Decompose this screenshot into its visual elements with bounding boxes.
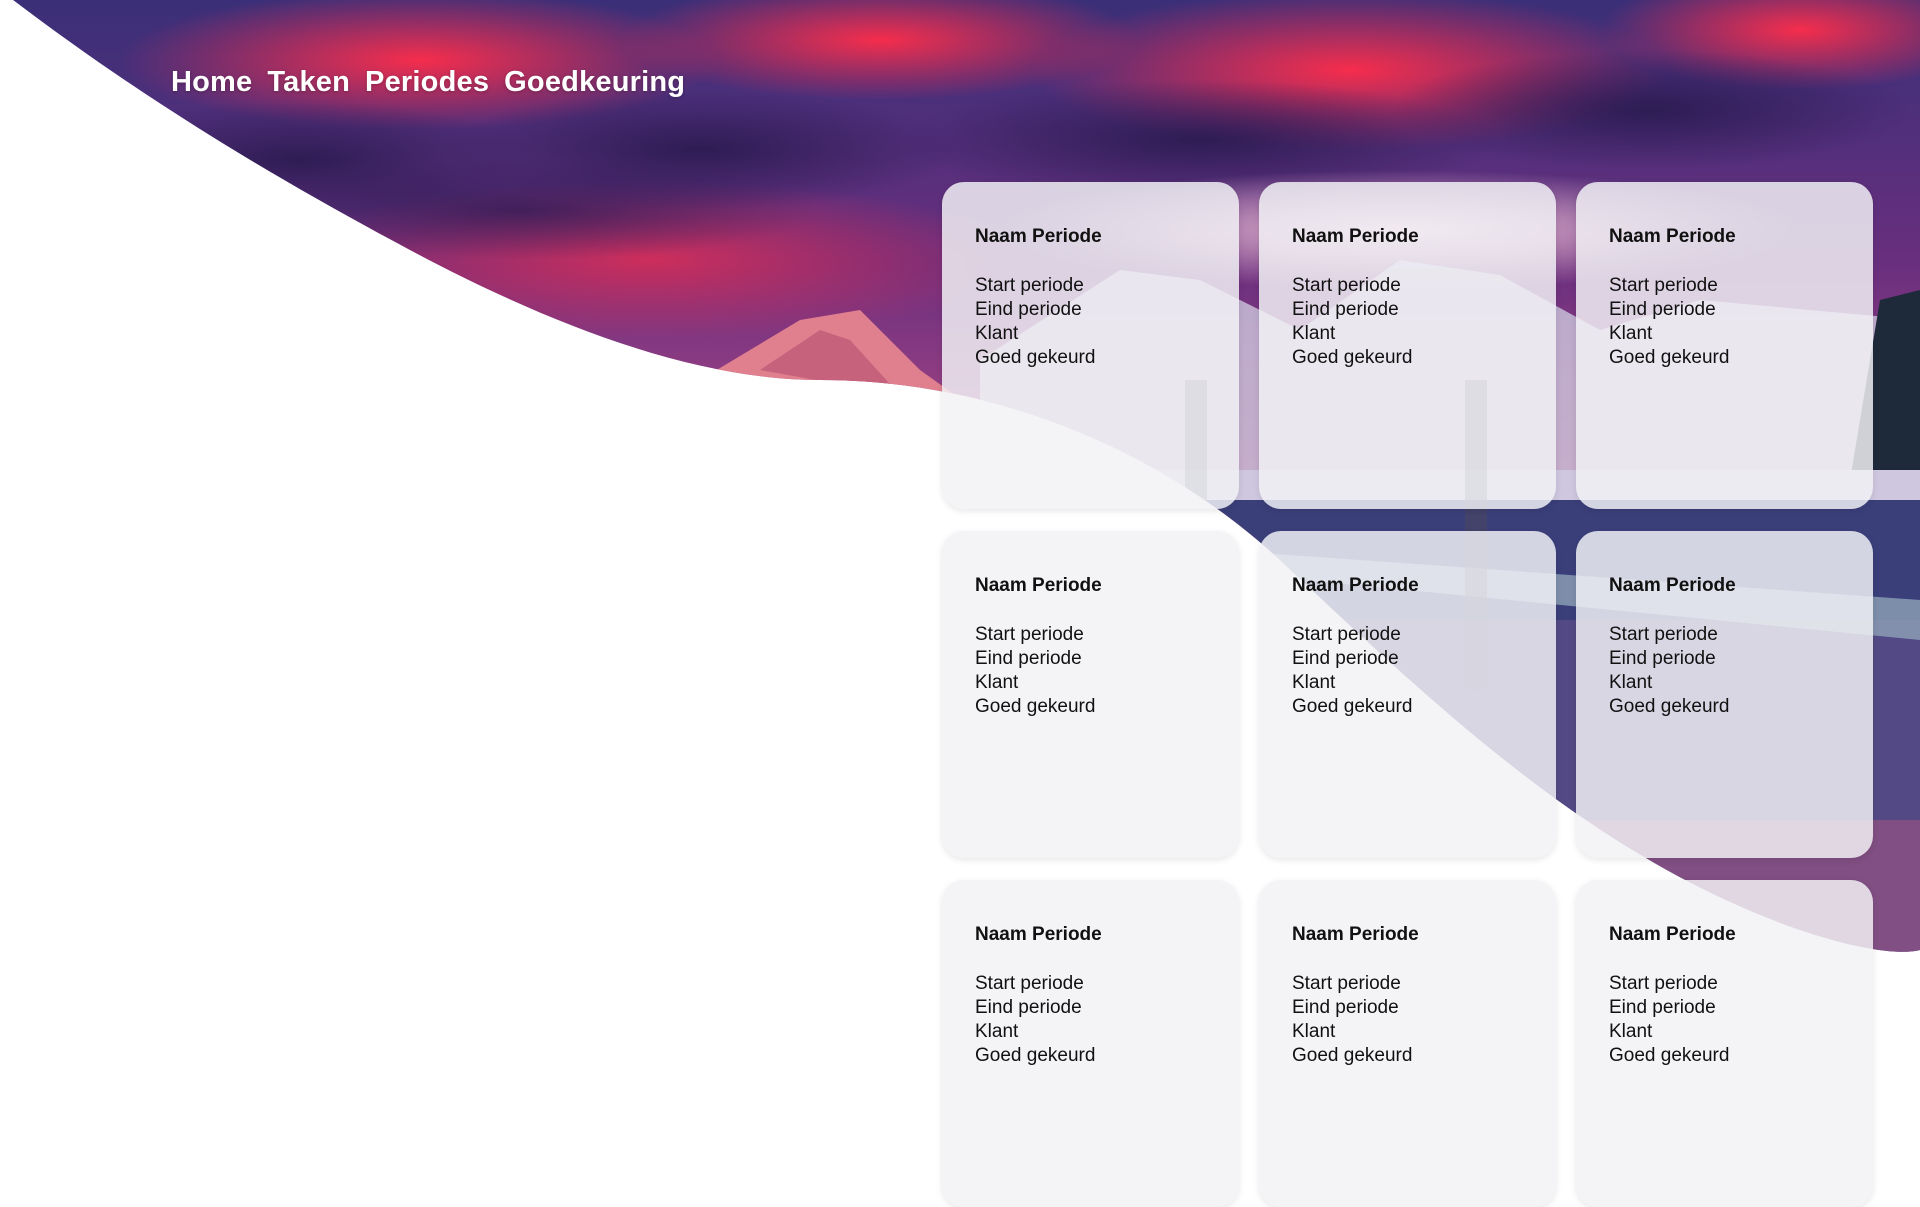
card-start: Start periode xyxy=(1292,275,1401,296)
main-nav: Home Taken Periodes Goedkeuring xyxy=(171,66,685,99)
card-client: Klant xyxy=(975,323,1019,344)
period-card[interactable]: Naam Periode Start periode Eind periode … xyxy=(1576,182,1873,509)
card-end: Eind periode xyxy=(975,648,1082,669)
card-end: Eind periode xyxy=(1292,648,1399,669)
card-start: Start periode xyxy=(1609,275,1718,296)
card-client: Klant xyxy=(1292,323,1336,344)
card-start: Start periode xyxy=(975,624,1084,645)
card-start: Start periode xyxy=(1292,973,1401,994)
period-card[interactable]: Naam Periode Start periode Eind periode … xyxy=(1576,531,1873,858)
nav-taken-link[interactable]: Taken xyxy=(267,66,350,99)
card-start: Start periode xyxy=(1292,624,1401,645)
card-approved: Goed gekeurd xyxy=(1609,1045,1730,1066)
card-approved: Goed gekeurd xyxy=(975,696,1096,717)
card-approved: Goed gekeurd xyxy=(975,1045,1096,1066)
card-end: Eind periode xyxy=(975,299,1082,320)
period-card[interactable]: Naam Periode Start periode Eind periode … xyxy=(1259,880,1556,1207)
card-title: Naam Periode xyxy=(1292,575,1419,596)
nav-home-link[interactable]: Home xyxy=(171,66,252,99)
card-approved: Goed gekeurd xyxy=(1609,696,1730,717)
card-title: Naam Periode xyxy=(975,924,1102,945)
period-card[interactable]: Naam Periode Start periode Eind periode … xyxy=(1259,182,1556,509)
card-title: Naam Periode xyxy=(1609,924,1736,945)
card-client: Klant xyxy=(1609,323,1653,344)
card-client: Klant xyxy=(1292,672,1336,693)
card-client: Klant xyxy=(1609,672,1653,693)
period-card-grid: Naam Periode Start periode Eind periode … xyxy=(942,182,1873,1207)
card-client: Klant xyxy=(975,672,1019,693)
card-end: Eind periode xyxy=(975,997,1082,1018)
card-title: Naam Periode xyxy=(1292,924,1419,945)
card-approved: Goed gekeurd xyxy=(1292,696,1413,717)
period-card[interactable]: Naam Periode Start periode Eind periode … xyxy=(1576,880,1873,1207)
card-end: Eind periode xyxy=(1292,997,1399,1018)
period-card[interactable]: Naam Periode Start periode Eind periode … xyxy=(942,880,1239,1207)
card-end: Eind periode xyxy=(1609,299,1716,320)
nav-goedkeuring-link[interactable]: Goedkeuring xyxy=(504,66,685,99)
card-approved: Goed gekeurd xyxy=(1609,347,1730,368)
card-start: Start periode xyxy=(975,275,1084,296)
nav-periodes-link[interactable]: Periodes xyxy=(365,66,489,99)
card-client: Klant xyxy=(975,1021,1019,1042)
card-end: Eind periode xyxy=(1609,997,1716,1018)
card-client: Klant xyxy=(1609,1021,1653,1042)
card-title: Naam Periode xyxy=(1609,226,1736,247)
card-start: Start periode xyxy=(975,973,1084,994)
card-client: Klant xyxy=(1292,1021,1336,1042)
card-title: Naam Periode xyxy=(975,226,1102,247)
card-start: Start periode xyxy=(1609,973,1718,994)
card-start: Start periode xyxy=(1609,624,1718,645)
card-title: Naam Periode xyxy=(1609,575,1736,596)
card-end: Eind periode xyxy=(1292,299,1399,320)
card-approved: Goed gekeurd xyxy=(1292,1045,1413,1066)
card-title: Naam Periode xyxy=(975,575,1102,596)
card-end: Eind periode xyxy=(1609,648,1716,669)
card-approved: Goed gekeurd xyxy=(975,347,1096,368)
card-title: Naam Periode xyxy=(1292,226,1419,247)
period-card[interactable]: Naam Periode Start periode Eind periode … xyxy=(1259,531,1556,858)
period-card[interactable]: Naam Periode Start periode Eind periode … xyxy=(942,531,1239,858)
period-card[interactable]: Naam Periode Start periode Eind periode … xyxy=(942,182,1239,509)
card-approved: Goed gekeurd xyxy=(1292,347,1413,368)
